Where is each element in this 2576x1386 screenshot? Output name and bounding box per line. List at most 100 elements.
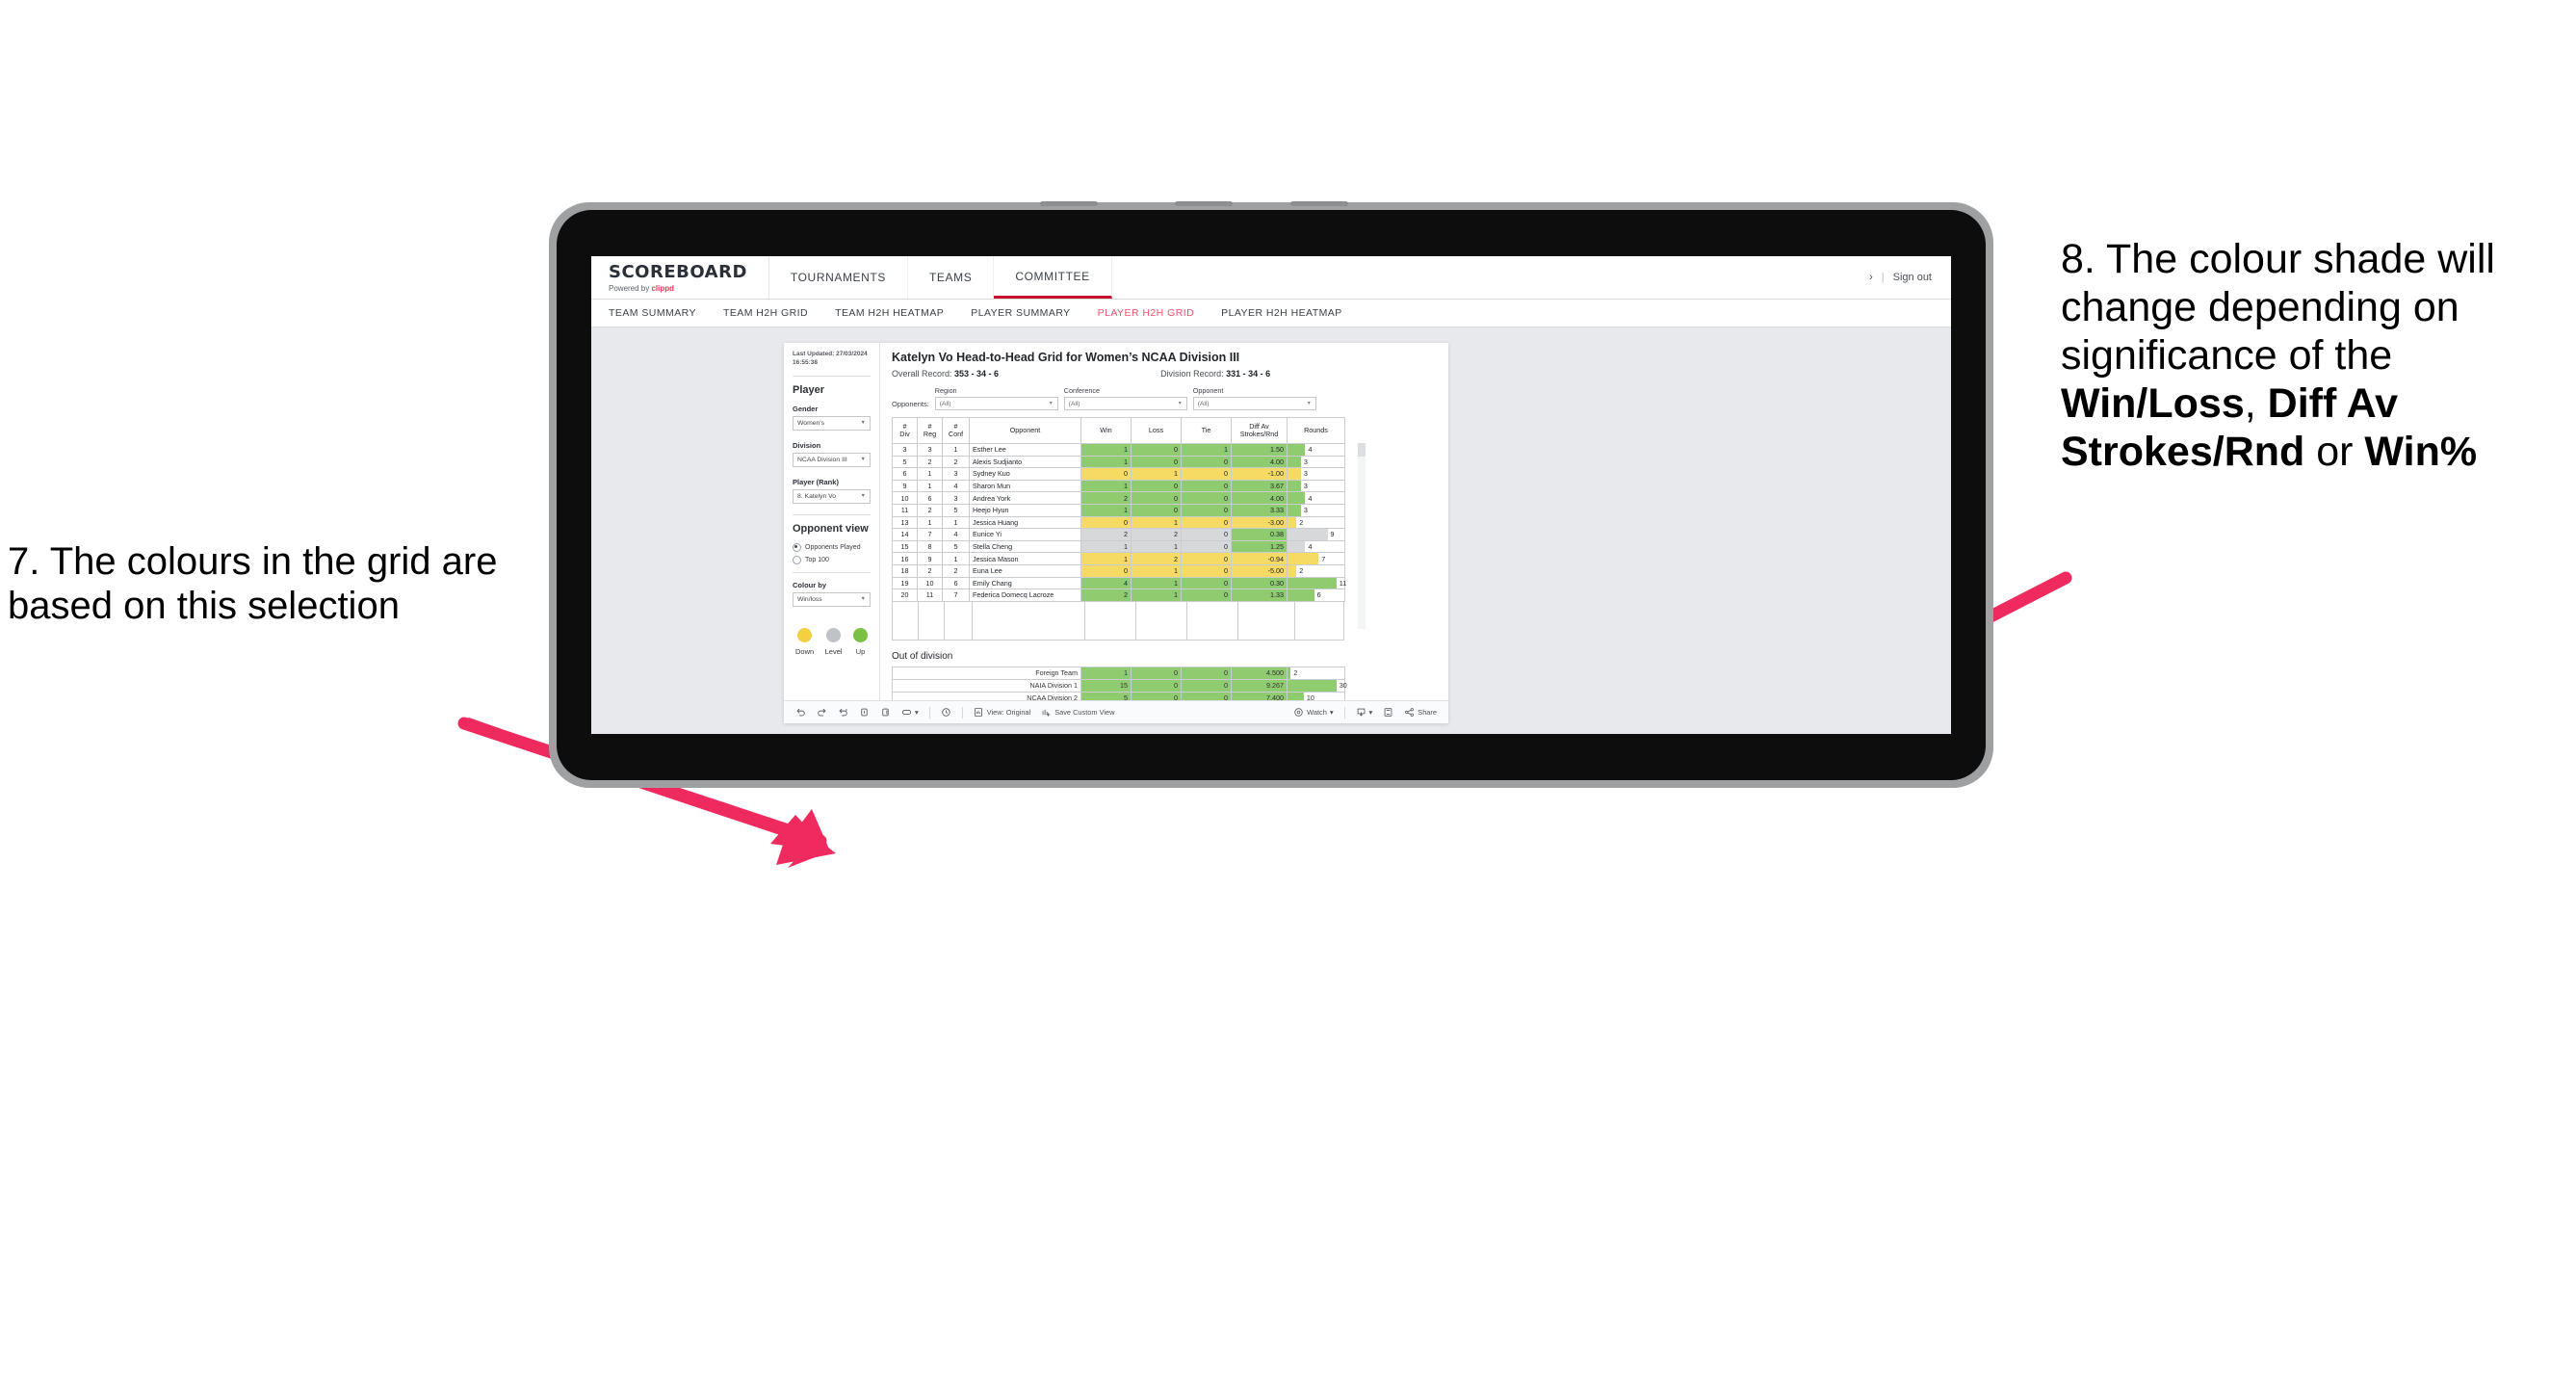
column-header-tie[interactable]: Tie (1181, 417, 1232, 444)
table-row[interactable]: 16 9 1 Jessica Mason 1 2 0 -0.94 7 (892, 552, 1345, 565)
subnav-item-team-h2h-heatmap[interactable]: TEAM H2H HEATMAP (835, 307, 944, 319)
table-row[interactable]: 3 3 1 Esther Lee 1 0 1 1.50 4 (892, 443, 1345, 457)
cell-opponent: Sydney Kuo (969, 467, 1081, 481)
column-header-loss[interactable]: Loss (1131, 417, 1182, 444)
radio-opponents-played[interactable]: Opponents Played (793, 542, 871, 552)
rounds-bar (1288, 456, 1301, 468)
share-icon (1404, 707, 1415, 718)
subnav-item-player-h2h-heatmap[interactable]: PLAYER H2H HEATMAP (1221, 307, 1342, 319)
gender-select[interactable]: Women’s ▼ (793, 415, 871, 431)
ood-cell-rounds-bar: 2 (1287, 666, 1345, 680)
region-select[interactable]: (All) ▼ (934, 397, 1058, 410)
table-row[interactable]: 14 7 4 Eunice Yi 2 2 0 0.38 9 (892, 528, 1345, 541)
out-of-division-row[interactable]: NAIA Division 1 15 0 0 9.267 30 (892, 678, 1347, 693)
out-of-division-row[interactable]: Foreign Team 1 0 0 4.500 2 (892, 666, 1345, 680)
annotation-8-text: 8. The colour shade will change dependin… (2061, 236, 2571, 476)
cell-conf: 2 (942, 455, 970, 469)
cell-win: 1 (1080, 479, 1132, 493)
save-custom-view-button[interactable]: Save Custom View (1041, 707, 1115, 718)
table-row[interactable]: 11 2 5 Heejo Hyun 1 0 0 3.33 3 (892, 503, 1345, 517)
subnav-item-team-h2h-grid[interactable]: TEAM H2H GRID (723, 307, 808, 319)
column-header-div[interactable]: # Div (892, 417, 918, 444)
column-header-rounds[interactable]: Rounds (1287, 417, 1345, 444)
conference-select[interactable]: (All) ▼ (1063, 397, 1187, 410)
player-rank-value: 8. Katelyn Vo (797, 492, 837, 500)
subnav-item-player-h2h-grid[interactable]: PLAYER H2H GRID (1098, 307, 1195, 319)
grid-scrollbar[interactable] (1358, 443, 1366, 629)
table-row[interactable]: 6 1 3 Sydney Kuo 0 1 0 -1.00 3 (892, 467, 1345, 481)
rounds-value: 9 (1330, 530, 1335, 539)
column-header-diff-av-strokes-rnd[interactable]: Diff Av Strokes/Rnd (1231, 417, 1288, 444)
ood-cell-tie: 0 (1181, 666, 1232, 680)
colour-by-select[interactable]: Win/loss ▼ (793, 591, 871, 607)
rounds-bar (1288, 516, 1297, 529)
chevron-right-icon[interactable]: › (1869, 272, 1873, 283)
division-select[interactable]: NCAA Division III ▼ (793, 452, 871, 467)
redo-icon[interactable] (817, 707, 827, 718)
ood-cell-name: Foreign Team (892, 666, 1081, 680)
column-header-reg[interactable]: # Reg (917, 417, 943, 444)
rounds-value: 6 (1316, 590, 1321, 600)
filter-conference: Conference (All) ▼ (1063, 386, 1187, 410)
cell-conf: 1 (942, 443, 970, 457)
topnav-item-tournaments[interactable]: TOURNAMENTS (769, 256, 908, 299)
cell-win: 0 (1080, 563, 1132, 578)
table-row[interactable]: 13 1 1 Jessica Huang 0 1 0 -3.00 2 (892, 515, 1345, 530)
pause-refresh-icon[interactable] (859, 707, 870, 718)
fullscreen-icon[interactable] (1383, 707, 1393, 718)
rounds-value: 3 (1303, 506, 1308, 515)
chevron-down-icon: ▼ (1048, 401, 1054, 406)
table-row[interactable]: 5 2 2 Alexis Sudjianto 1 0 0 4.00 3 (892, 455, 1345, 469)
table-row[interactable]: 15 8 5 Stella Cheng 1 1 0 1.25 4 (892, 539, 1345, 554)
cell-diff: 3.67 (1231, 479, 1288, 493)
table-row[interactable]: 9 1 4 Sharon Mun 1 0 0 3.67 3 (892, 479, 1345, 493)
column-header-win[interactable]: Win (1080, 417, 1132, 444)
dashboard-sheet: Last Updated: 27/03/2024 16:55:38 Player… (784, 343, 1448, 723)
undo-icon[interactable] (795, 707, 806, 718)
radio-top-100[interactable]: Top 100 (793, 555, 871, 564)
cell-opponent: Alexis Sudjianto (969, 455, 1081, 469)
ood-cell-win: 1 (1080, 666, 1132, 680)
legend-dot-level (826, 627, 842, 642)
cell-div: 18 (892, 563, 918, 578)
table-row[interactable]: 18 2 2 Euna Lee 0 1 0 -5.00 2 (892, 563, 1345, 578)
player-rank-select[interactable]: 8. Katelyn Vo ▼ (793, 488, 871, 504)
topnav-item-committee[interactable]: COMMITTEE (994, 256, 1112, 299)
bottom-toolbar: ▾ View: Original Save Custom View Watch ▾… (784, 700, 1448, 723)
table-row[interactable]: 19 10 6 Emily Chang 4 1 0 0.30 11 (892, 576, 1347, 590)
shape-dropdown[interactable]: ▾ (901, 707, 919, 718)
subnav-item-team-summary[interactable]: TEAM SUMMARY (609, 307, 696, 319)
watch-dropdown[interactable]: Watch ▾ (1293, 707, 1334, 718)
table-row[interactable]: 10 6 3 Andrea York 2 0 0 4.00 4 (892, 491, 1345, 505)
revert-icon[interactable] (838, 707, 848, 718)
download-dropdown[interactable]: ▾ (1356, 707, 1372, 718)
tablet-button-1 (1040, 201, 1098, 206)
opponent-select[interactable]: (All) ▼ (1192, 397, 1316, 410)
clock-icon[interactable] (941, 707, 951, 718)
sign-out-link[interactable]: Sign out (1893, 272, 1932, 283)
cell-reg: 7 (917, 528, 943, 541)
division-record: Division Record: 331 - 34 - 6 (1160, 369, 1270, 379)
column-header-opponent[interactable]: Opponent (969, 417, 1081, 444)
divider (793, 513, 871, 515)
cell-tie: 0 (1181, 539, 1232, 554)
page-title: Katelyn Vo Head-to-Head Grid for Women’s… (892, 351, 1240, 364)
radio-opponents-played-label: Opponents Played (805, 543, 861, 551)
refresh-icon[interactable] (880, 707, 891, 718)
cell-reg: 1 (917, 479, 943, 493)
cell-loss: 1 (1131, 576, 1182, 590)
rounds-value: 11 (1339, 578, 1347, 588)
ood-cell-tie: 0 (1181, 691, 1232, 700)
subnav-item-player-summary[interactable]: PLAYER SUMMARY (971, 307, 1070, 319)
out-of-division-row[interactable]: NCAA Division 2 5 0 0 7.400 10 (892, 691, 1345, 700)
view-original-button[interactable]: View: Original (974, 707, 1030, 718)
out-of-division-body: Foreign Team 1 0 0 4.500 2 NAIA Division 1 15 0 0… (892, 666, 1347, 700)
grid-scrollbar-thumb[interactable] (1358, 443, 1366, 457)
topnav-item-teams[interactable]: TEAMS (908, 256, 995, 299)
share-button[interactable]: Share (1404, 707, 1437, 718)
column-header-conf[interactable]: # Conf (942, 417, 970, 444)
out-of-division-table: Foreign Team 1 0 0 4.500 2 NAIA Division 1 15 0 0… (892, 666, 1347, 700)
annotation-8-bold-winloss: Win/Loss (2061, 379, 2245, 427)
table-row[interactable]: 20 11 7 Federica Domecq Lacroze 2 1 0 1.33 6 (892, 588, 1345, 602)
player-section-heading: Player (793, 383, 825, 396)
